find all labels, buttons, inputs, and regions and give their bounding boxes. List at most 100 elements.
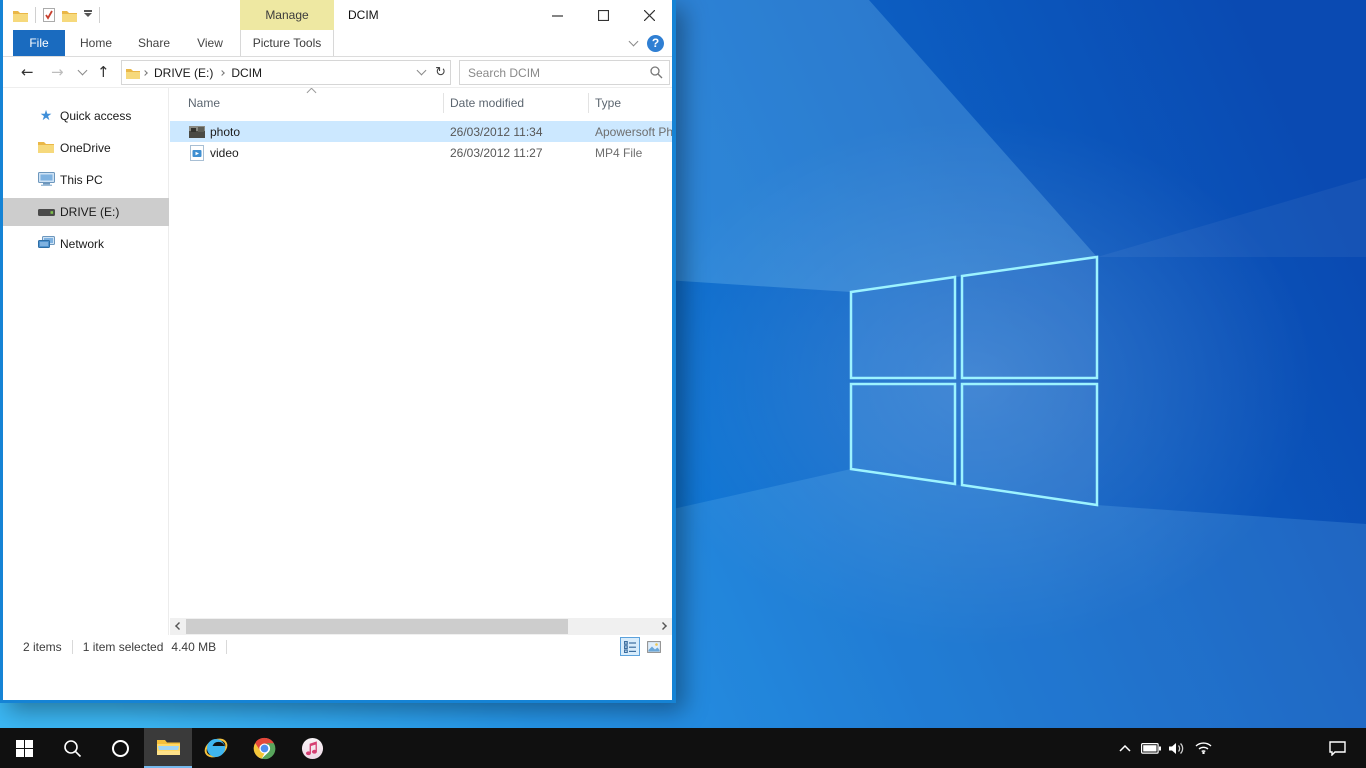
cortana-button[interactable] xyxy=(96,728,144,768)
file-type: Apowersoft Pho xyxy=(595,125,672,139)
taskbar-search-button[interactable] xyxy=(48,728,96,768)
up-button[interactable]: ↑ xyxy=(97,65,110,80)
navigation-pane: ★ Quick access OneDrive This PC DRIVE (E… xyxy=(3,88,169,659)
close-icon xyxy=(644,10,655,21)
details-view-button[interactable] xyxy=(620,637,640,656)
column-header-name[interactable]: Name xyxy=(188,90,220,116)
sidebar-item-network[interactable]: Network xyxy=(3,230,169,258)
breadcrumb-chevron-icon xyxy=(142,70,148,76)
sidebar-item-this-pc[interactable]: This PC xyxy=(3,166,169,194)
sidebar-item-quick-access[interactable]: ★ Quick access xyxy=(3,102,169,130)
search-icon[interactable] xyxy=(650,66,663,79)
tab-share[interactable]: Share xyxy=(127,30,181,56)
window-title: DCIM xyxy=(348,0,379,30)
action-center-icon[interactable] xyxy=(1320,728,1354,768)
large-icons-view-icon xyxy=(647,641,661,653)
file-type: MP4 File xyxy=(595,146,672,160)
file-name: video xyxy=(210,146,239,160)
customize-qat-icon[interactable] xyxy=(84,13,92,17)
file-row-photo[interactable]: photo 26/03/2012 11:34 Apowersoft Pho xyxy=(170,121,672,142)
horizontal-scrollbar[interactable] xyxy=(170,618,672,635)
wifi-icon[interactable] xyxy=(1190,728,1216,768)
selection-count: 1 item selected xyxy=(83,640,164,654)
sidebar-item-label: Quick access xyxy=(60,109,131,123)
column-divider[interactable] xyxy=(588,93,589,113)
help-icon[interactable]: ? xyxy=(647,35,664,52)
maximize-icon xyxy=(598,10,609,21)
breadcrumb-chevron-icon xyxy=(220,70,226,76)
folder-icon[interactable] xyxy=(13,9,28,22)
breadcrumb-dcim[interactable]: DCIM xyxy=(227,66,266,80)
scroll-left-icon[interactable] xyxy=(175,622,183,630)
tab-manage[interactable]: Manage xyxy=(240,0,334,30)
tab-view[interactable]: View xyxy=(185,30,235,56)
items-count: 2 items xyxy=(23,640,62,654)
navigation-bar: ← → ↑ DRIVE (E:) DCIM ↻ xyxy=(3,57,672,88)
taskbar-itunes[interactable] xyxy=(288,728,336,768)
status-divider xyxy=(226,640,227,654)
taskbar-file-explorer[interactable] xyxy=(144,728,192,768)
itunes-icon xyxy=(301,737,324,760)
qat-separator xyxy=(35,7,36,23)
sidebar-item-label: OneDrive xyxy=(60,141,111,155)
new-folder-icon[interactable] xyxy=(62,9,77,22)
battery-icon[interactable] xyxy=(1138,728,1164,768)
forward-button[interactable]: → xyxy=(51,65,64,80)
selection-size: 4.40 MB xyxy=(171,640,216,654)
hidden-icons-chevron-icon[interactable] xyxy=(1112,728,1138,768)
start-windows-icon xyxy=(16,740,33,757)
scroll-right-icon[interactable] xyxy=(659,622,667,630)
tab-picture-tools[interactable]: Picture Tools xyxy=(240,30,334,56)
search-box xyxy=(459,60,670,85)
this-pc-monitor-icon xyxy=(37,172,55,189)
column-header-date-modified[interactable]: Date modified xyxy=(450,90,524,116)
tab-home[interactable]: Home xyxy=(69,30,123,56)
system-tray xyxy=(1112,728,1216,768)
photo-thumbnail-icon xyxy=(189,124,205,140)
column-header-type[interactable]: Type xyxy=(595,90,621,116)
internet-explorer-icon xyxy=(204,736,228,760)
file-name: photo xyxy=(210,125,240,139)
volume-icon[interactable] xyxy=(1164,728,1190,768)
expand-ribbon-icon[interactable] xyxy=(629,36,639,46)
status-bar: 2 items 1 item selected 4.40 MB xyxy=(3,635,672,659)
column-divider[interactable] xyxy=(443,93,444,113)
taskbar xyxy=(0,728,1366,768)
file-row-video[interactable]: video 26/03/2012 11:27 MP4 File xyxy=(170,142,672,163)
sidebar-item-drive-e[interactable]: DRIVE (E:) xyxy=(3,198,169,226)
minimize-button[interactable] xyxy=(534,0,580,30)
file-explorer-window: Manage DCIM File Home Share View Picture… xyxy=(0,0,676,703)
ribbon-tab-row: File Home Share View Picture Tools ? xyxy=(3,30,672,57)
refresh-icon[interactable]: ↻ xyxy=(435,65,446,80)
sidebar-item-onedrive[interactable]: OneDrive xyxy=(3,134,169,162)
breadcrumb-drive[interactable]: DRIVE (E:) xyxy=(150,66,217,80)
start-button[interactable] xyxy=(0,728,48,768)
address-dropdown-icon[interactable] xyxy=(417,66,427,76)
network-computers-icon xyxy=(37,236,55,252)
quick-access-star-icon: ★ xyxy=(37,108,55,124)
properties-check-icon[interactable] xyxy=(43,8,55,22)
large-icons-view-button[interactable] xyxy=(644,637,664,656)
drive-icon xyxy=(37,205,55,219)
sort-ascending-icon xyxy=(307,88,317,97)
back-button[interactable]: ← xyxy=(21,65,34,80)
location-folder-icon xyxy=(126,67,140,79)
tab-file[interactable]: File xyxy=(13,30,65,56)
video-file-icon xyxy=(189,145,205,161)
quick-access-toolbar xyxy=(13,0,100,30)
address-bar[interactable]: DRIVE (E:) DCIM ↻ xyxy=(121,60,451,85)
file-date-modified: 26/03/2012 11:27 xyxy=(450,146,543,160)
search-input[interactable] xyxy=(460,61,669,84)
desktop: Manage DCIM File Home Share View Picture… xyxy=(0,0,1366,768)
sidebar-item-label: DRIVE (E:) xyxy=(60,205,119,219)
onedrive-folder-icon xyxy=(37,140,55,156)
recent-locations-icon[interactable] xyxy=(78,66,88,76)
taskbar-internet-explorer[interactable] xyxy=(192,728,240,768)
chrome-icon xyxy=(253,737,276,760)
taskbar-chrome[interactable] xyxy=(240,728,288,768)
sidebar-item-label: Network xyxy=(60,237,104,251)
close-button[interactable] xyxy=(626,0,672,30)
maximize-button[interactable] xyxy=(580,0,626,30)
cortana-circle-icon xyxy=(111,739,130,758)
scrollbar-thumb[interactable] xyxy=(186,619,568,634)
